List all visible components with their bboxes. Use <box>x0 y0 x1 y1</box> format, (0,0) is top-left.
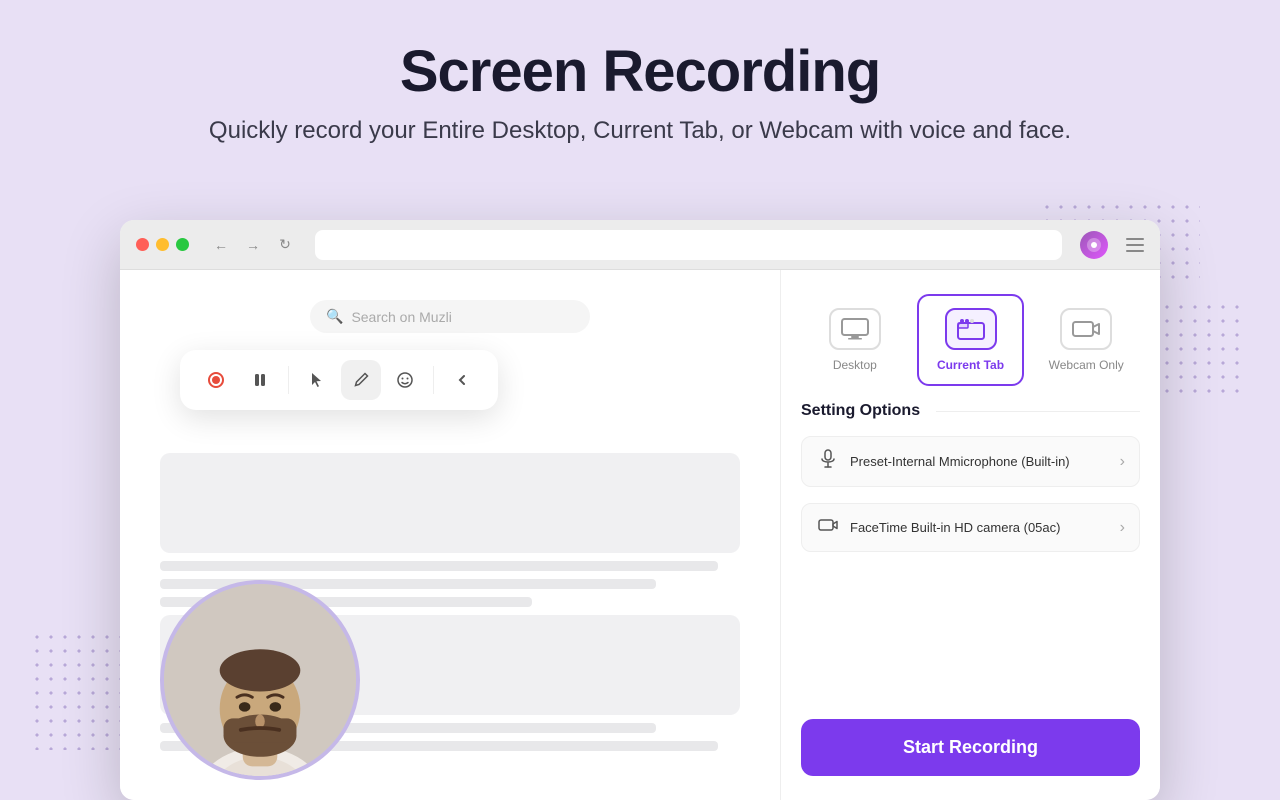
camera-icon <box>816 516 840 539</box>
current-tab-icon-box <box>945 308 997 350</box>
settings-header: Setting Options <box>801 402 1140 420</box>
camera-text: FaceTime Built-in HD camera (05ac) <box>850 520 1110 535</box>
toolbar-divider <box>288 366 289 394</box>
address-bar[interactable] <box>315 230 1062 260</box>
microphone-text: Preset-Internal Mmicrophone (Built-in) <box>850 454 1110 469</box>
hamburger-menu[interactable] <box>1126 238 1144 252</box>
browser-nav: ← → ↻ <box>209 233 297 257</box>
collapse-toolbar-button[interactable] <box>442 360 482 400</box>
desktop-label: Desktop <box>833 358 877 372</box>
mode-webcam-only[interactable]: Webcam Only <box>1032 294 1140 386</box>
cursor-button[interactable] <box>297 360 337 400</box>
settings-divider <box>936 411 1140 412</box>
pause-button[interactable] <box>240 360 280 400</box>
forward-button[interactable]: → <box>241 233 265 257</box>
page-subtitle: Quickly record your Entire Desktop, Curr… <box>0 114 1280 148</box>
browser-content: 🔍 Search on Muzli <box>120 270 1160 800</box>
line-placeholder-1 <box>160 561 718 571</box>
extension-icon[interactable] <box>1080 231 1108 259</box>
face-button[interactable] <box>385 360 425 400</box>
content-placeholder-1 <box>160 453 740 553</box>
browser-chrome: ← → ↻ <box>120 220 1160 270</box>
minimize-button-traffic-light[interactable] <box>156 238 169 251</box>
desktop-icon-box <box>829 308 881 350</box>
dots-decoration-right-middle <box>1160 300 1240 400</box>
browser-window: ← → ↻ 🔍 Search on Muzli <box>120 220 1160 800</box>
traffic-lights <box>136 238 189 251</box>
close-button-traffic-light[interactable] <box>136 238 149 251</box>
camera-setting[interactable]: FaceTime Built-in HD camera (05ac) › <box>801 503 1140 552</box>
toolbar-divider-2 <box>433 366 434 394</box>
record-button[interactable] <box>196 360 236 400</box>
recording-toolbar <box>180 350 498 410</box>
current-tab-label: Current Tab <box>937 358 1004 372</box>
left-panel: 🔍 Search on Muzli <box>120 270 780 800</box>
new-tab-search[interactable]: 🔍 Search on Muzli <box>310 300 590 333</box>
back-button[interactable]: ← <box>209 233 233 257</box>
mode-desktop[interactable]: Desktop <box>801 294 909 386</box>
dots-decoration-bottom-left <box>30 630 130 750</box>
maximize-button-traffic-light[interactable] <box>176 238 189 251</box>
pen-button[interactable] <box>341 360 381 400</box>
webcam-icon-box <box>1060 308 1112 350</box>
webcam-preview <box>160 580 360 780</box>
right-panel: Desktop Current Tab <box>780 270 1160 800</box>
settings-title: Setting Options <box>801 402 920 420</box>
microphone-icon <box>816 449 840 474</box>
search-icon: 🔍 <box>326 308 343 325</box>
microphone-chevron-icon: › <box>1120 453 1125 471</box>
microphone-setting[interactable]: Preset-Internal Mmicrophone (Built-in) › <box>801 436 1140 487</box>
reload-button[interactable]: ↻ <box>273 233 297 257</box>
mode-selector: Desktop Current Tab <box>801 294 1140 386</box>
start-recording-button[interactable]: Start Recording <box>801 719 1140 776</box>
webcam-only-label: Webcam Only <box>1049 358 1124 372</box>
camera-chevron-icon: › <box>1120 519 1125 537</box>
page-title: Screen Recording <box>0 40 1280 104</box>
mode-current-tab[interactable]: Current Tab <box>917 294 1025 386</box>
search-placeholder-text: Search on Muzli <box>351 309 451 325</box>
